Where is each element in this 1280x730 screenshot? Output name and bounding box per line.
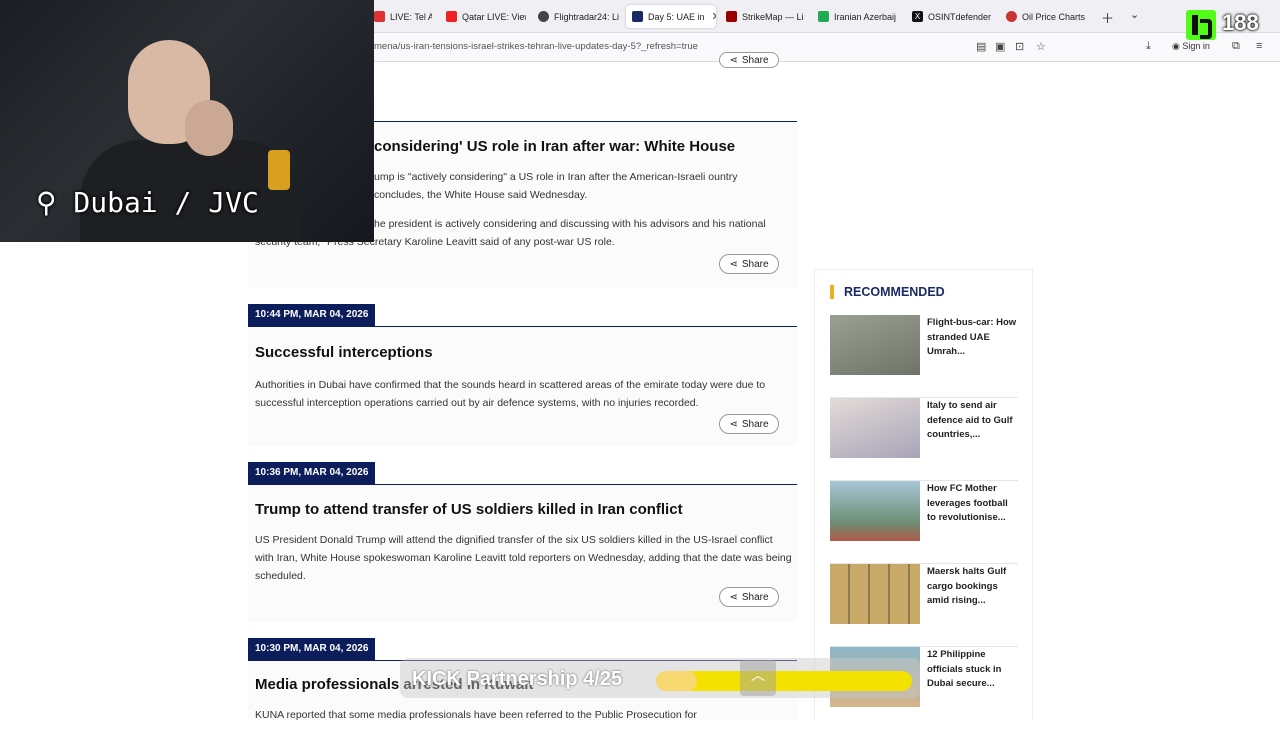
article-thumbnail[interactable] xyxy=(830,481,920,541)
tab-qatar[interactable]: Qatar LIVE: View xyxy=(440,5,526,28)
tab-favicon xyxy=(726,11,737,22)
share-button[interactable]: ⋖ Share xyxy=(719,587,779,607)
progress-fill xyxy=(656,671,697,691)
tab-label: StrikeMap — Li xyxy=(742,11,804,22)
tab-label: Oil Price Charts xyxy=(1022,11,1086,22)
post-card: Trump to attend transfer of US soldiers … xyxy=(248,485,797,622)
url-field[interactable]: mena/us-iran-tensions-israel-strikes-teh… xyxy=(374,41,698,52)
post-paragraph: ump is "actively considering" a US role … xyxy=(374,171,738,201)
post-paragraph: KUNA reported that some media profession… xyxy=(255,709,697,721)
webcam-overlay: ⚲ Dubai / JVC xyxy=(0,0,374,242)
recommended-item-title[interactable]: Italy to send air defence aid to Gulf co… xyxy=(927,399,1017,443)
bookmark-star-icon[interactable]: ☆ xyxy=(1036,40,1046,53)
tab-day5-uae[interactable]: Day 5: UAE in ✕ xyxy=(626,5,716,28)
tab-favicon xyxy=(374,11,385,22)
share-icon: ⋖ xyxy=(729,258,738,270)
timestamp-badge: 10:30 PM, MAR 04, 2026 xyxy=(248,638,376,660)
share-button[interactable]: ⋖ Share xyxy=(719,254,779,274)
tab-tel-aviv[interactable]: LIVE: Tel Aviv an xyxy=(368,5,432,28)
tab-favicon xyxy=(818,11,829,22)
post-headline: Trump to attend transfer of US soldiers … xyxy=(255,501,683,518)
menu-icon[interactable]: ≡ xyxy=(1256,40,1262,52)
tab-iranian-azerbaijan[interactable]: Iranian Azerbaij xyxy=(812,5,902,28)
tab-label: Iranian Azerbaij xyxy=(834,11,897,22)
viewer-count: 188 xyxy=(1222,10,1259,35)
share-button[interactable]: ⋖ Share xyxy=(719,414,779,434)
post-headline: Successful interceptions xyxy=(255,344,433,361)
save-page-icon[interactable]: ⊡ xyxy=(1015,40,1024,53)
timestamp-badge: 10:36 PM, MAR 04, 2026 xyxy=(248,462,376,484)
share-label: Share xyxy=(741,54,769,66)
post-card: Successful interceptions Authorities in … xyxy=(248,327,797,446)
download-icon[interactable]: ⤓ xyxy=(1146,40,1151,53)
tab-favicon xyxy=(1006,11,1017,22)
share-icon: ⋖ xyxy=(729,591,738,603)
reader-view-icon[interactable]: ▤ xyxy=(976,40,986,53)
recommended-item-title[interactable]: How FC Mother leverages football to revo… xyxy=(927,482,1017,526)
recommended-item[interactable]: How FC Mother leverages football to revo… xyxy=(830,481,1018,564)
new-tab-plus-icon[interactable]: ＋ xyxy=(1101,8,1114,27)
sign-in-label: Sign in xyxy=(1182,41,1210,51)
tab-favicon xyxy=(446,11,457,22)
share-icon: ⋖ xyxy=(729,418,738,430)
share-label: Share xyxy=(741,418,769,430)
chevron-up-icon: ︿ xyxy=(751,667,765,683)
tab-label: Qatar LIVE: View xyxy=(462,11,526,22)
extensions-icon[interactable]: ⧉ xyxy=(1232,40,1240,53)
post-paragraph: US President Donald Trump will attend th… xyxy=(255,534,792,582)
recommended-item[interactable]: Flight-bus-car: How stranded UAE Umrah..… xyxy=(830,315,1018,398)
tab-label: LIVE: Tel Aviv an xyxy=(390,11,432,22)
tab-label: OSINTdefender xyxy=(928,11,992,22)
share-icon: ⋖ xyxy=(729,54,738,66)
share-button[interactable]: ⋖ Share xyxy=(719,52,779,68)
article-thumbnail[interactable] xyxy=(830,398,920,458)
tab-osintdefender[interactable]: X OSINTdefender xyxy=(906,5,998,28)
recommended-item-title[interactable]: Flight-bus-car: How stranded UAE Umrah..… xyxy=(927,316,1017,360)
recommended-title: RECOMMENDED xyxy=(830,285,945,299)
post-headline: considering' US role in Iran after war: … xyxy=(374,138,736,155)
x-icon: X xyxy=(912,11,923,22)
tab-list-chevron-icon[interactable]: ⌄ xyxy=(1130,8,1139,21)
desk-lamp xyxy=(268,150,290,190)
tab-label: Day 5: UAE in xyxy=(648,11,705,22)
share-label: Share xyxy=(741,591,769,603)
timestamp-badge: 10:44 PM, MAR 04, 2026 xyxy=(248,304,376,326)
streamer-hand xyxy=(185,100,233,156)
live-post: 10:36 PM, MAR 04, 2026 Trump to attend t… xyxy=(248,462,797,622)
article-thumbnail[interactable] xyxy=(830,564,920,624)
tab-label: Flightradar24: Li xyxy=(554,11,620,22)
location-label: ⚲ Dubai / JVC xyxy=(36,186,259,219)
scroll-to-top-button[interactable]: ︿ xyxy=(740,660,776,696)
recommended-item-title[interactable]: Maersk halts Gulf cargo bookings amid ri… xyxy=(927,565,1017,609)
tab-oil-price[interactable]: Oil Price Charts xyxy=(1000,5,1090,28)
live-post: 10:44 PM, MAR 04, 2026 Successful interc… xyxy=(248,304,797,446)
recommended-panel: RECOMMENDED Flight-bus-car: How stranded… xyxy=(814,269,1033,720)
recommended-item[interactable]: Italy to send air defence aid to Gulf co… xyxy=(830,398,1018,481)
share-label: Share xyxy=(741,258,769,270)
partnership-progress-bar xyxy=(656,671,912,691)
post-paragraph: Authorities in Dubai have confirmed that… xyxy=(255,379,766,409)
tab-strikemap[interactable]: StrikeMap — Li xyxy=(720,5,808,28)
tab-favicon xyxy=(632,11,643,22)
kick-logo-icon xyxy=(1186,10,1216,40)
tab-flightradar[interactable]: Flightradar24: Li xyxy=(532,5,620,28)
sign-in-button[interactable]: ◉ Sign in xyxy=(1172,41,1210,52)
picture-icon[interactable]: ▣ xyxy=(995,40,1005,53)
article-thumbnail[interactable] xyxy=(830,315,920,375)
tab-favicon xyxy=(538,11,549,22)
recommended-item[interactable]: Maersk halts Gulf cargo bookings amid ri… xyxy=(830,564,1018,647)
recommended-item-title[interactable]: 12 Philippine officials stuck in Dubai s… xyxy=(927,648,1017,692)
partnership-label: KICK Partnership 4/25 xyxy=(412,668,623,690)
partnership-overlay: KICK Partnership 4/25 xyxy=(400,658,920,698)
close-icon[interactable]: ✕ xyxy=(712,10,716,23)
account-icon: ◉ xyxy=(1172,41,1183,51)
